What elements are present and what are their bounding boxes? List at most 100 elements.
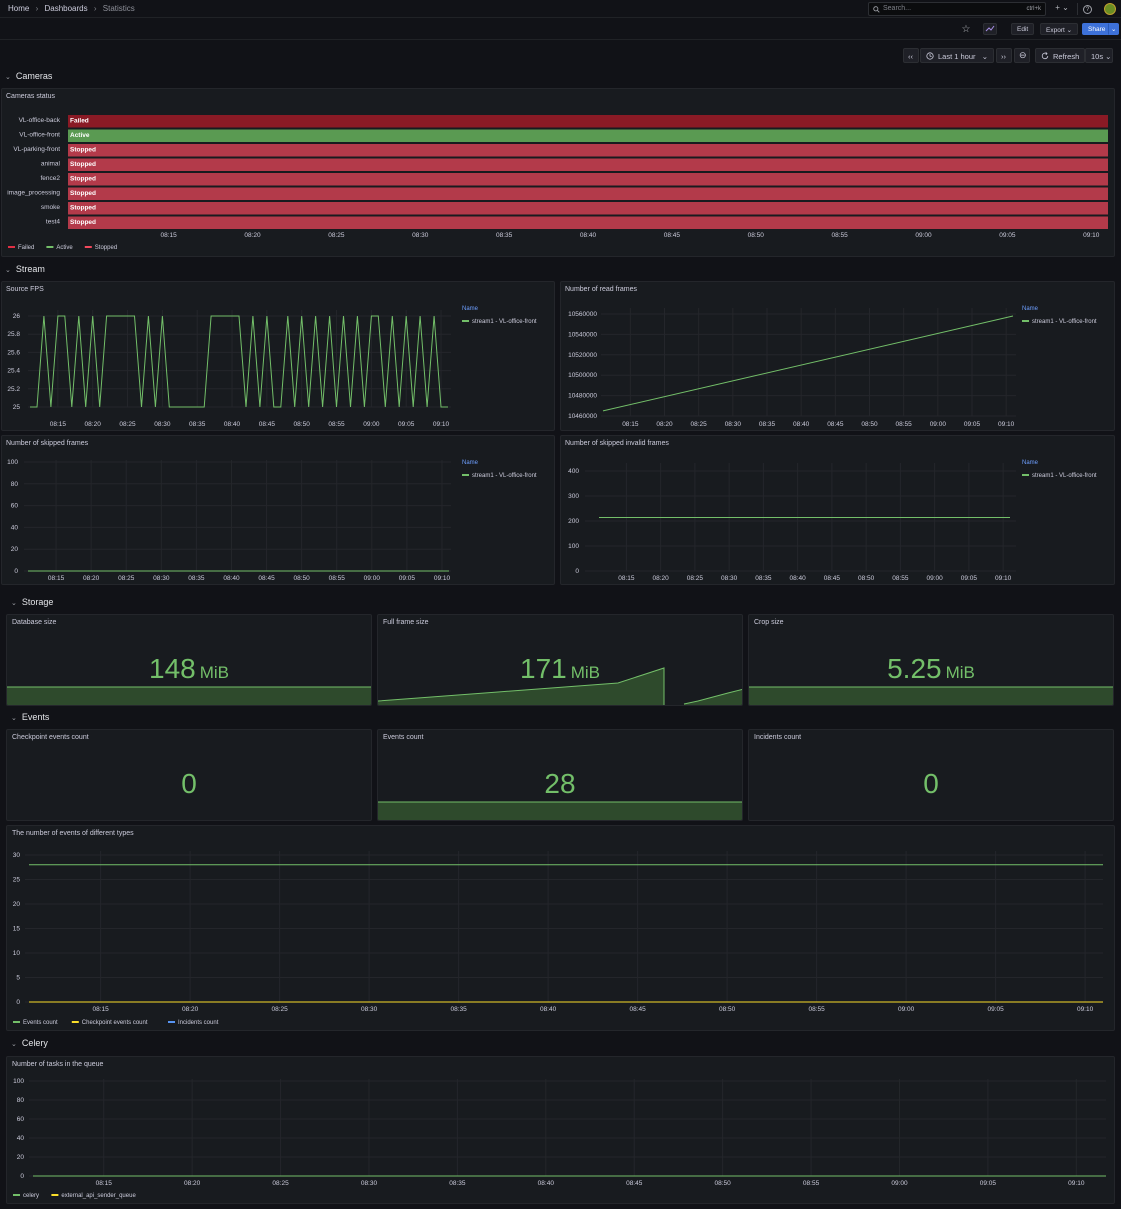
- star-icon[interactable]: ☆: [960, 24, 972, 36]
- y-tick-label: 400: [568, 468, 579, 475]
- y-tick-label: 100: [568, 543, 579, 550]
- section-storage[interactable]: ⌄ Storage: [11, 597, 53, 607]
- chevron-down-icon: ⌄: [11, 715, 17, 722]
- breadcrumb-dashboards[interactable]: Dashboards: [44, 4, 87, 13]
- x-tick-label: 08:20: [182, 1006, 199, 1013]
- x-tick-label: 08:35: [449, 1180, 466, 1187]
- zoom-out-button[interactable]: ⊖: [1014, 48, 1030, 63]
- x-tick-label: 09:00: [363, 421, 380, 428]
- panel-title: Incidents count: [754, 734, 802, 741]
- y-tick-label: 10480000: [568, 393, 597, 400]
- y-tick-label: 60: [11, 503, 19, 510]
- x-tick-label: 08:55: [803, 1180, 820, 1187]
- x-tick-label: 08:40: [224, 421, 241, 428]
- y-tick-label: 26: [13, 313, 21, 320]
- x-tick-label: 08:25: [272, 1180, 289, 1187]
- y-tick-label: 40: [11, 524, 19, 531]
- section-title: Storage: [21, 597, 54, 607]
- read-frames-panel[interactable]: Number of read frames 10560000 10540000 10…: [560, 281, 1115, 431]
- x-tick-label: 08:30: [412, 232, 429, 239]
- y-tick-label: 0: [14, 568, 18, 575]
- x-tick-label: 09:00: [930, 421, 947, 428]
- database-size-panel[interactable]: Database size 148 MiB: [6, 614, 372, 706]
- time-range-picker[interactable]: Last 1 hour ⌄: [920, 48, 994, 63]
- y-tick-label: 25: [13, 877, 21, 884]
- camera-name-label: image_processing: [7, 190, 60, 197]
- legend-label: Failed: [18, 245, 34, 251]
- dashboard-toolbar: ☆ Edit Export ⌄ Share ⌄: [0, 18, 1121, 40]
- camera-name-label: smoke: [41, 204, 61, 211]
- breadcrumb-separator: ›: [35, 4, 39, 13]
- x-tick-label: 09:05: [980, 1180, 997, 1187]
- camera-name-label: VL-office-back: [19, 117, 61, 124]
- add-new-button[interactable]: + ⌄: [1052, 3, 1072, 15]
- legend-header: Name: [462, 460, 479, 466]
- events-by-type-panel[interactable]: The number of events of different types …: [6, 825, 1115, 1031]
- share-menu-button[interactable]: ⌄: [1108, 23, 1119, 35]
- breadcrumb-home[interactable]: Home: [8, 4, 29, 13]
- cameras-status-panel[interactable]: Cameras status VL-office-back Failed VL-of…: [1, 88, 1115, 257]
- legend-label: Events count: [23, 1020, 58, 1026]
- stat-unit: MiB: [570, 663, 600, 682]
- section-celery[interactable]: ⌄ Celery: [11, 1038, 48, 1048]
- stat-value: 148 MiB: [7, 653, 371, 685]
- share-button[interactable]: Share: [1082, 23, 1112, 35]
- x-tick-label: 09:05: [961, 575, 978, 582]
- section-title: Events: [21, 712, 50, 722]
- search-input[interactable]: Search... ctrl+k: [868, 2, 1046, 16]
- section-title: Celery: [21, 1038, 48, 1048]
- legend-header: Name: [1022, 306, 1039, 312]
- insights-button[interactable]: [983, 23, 997, 35]
- legend-label: Stopped: [95, 245, 117, 251]
- x-tick-label: 09:05: [987, 1006, 1004, 1013]
- edit-button[interactable]: Edit: [1011, 23, 1035, 35]
- x-tick-label: 08:15: [618, 575, 635, 582]
- refresh-button[interactable]: Refresh: [1035, 48, 1085, 63]
- status-label: Stopped: [70, 176, 96, 183]
- status-bar: [68, 173, 1108, 186]
- x-tick-label: 08:55: [328, 421, 345, 428]
- x-tick-label: 08:20: [653, 575, 670, 582]
- full-frame-size-panel[interactable]: Full frame size 171 MiB: [377, 614, 743, 706]
- section-events[interactable]: ⌄ Events: [11, 712, 49, 722]
- skipped-frames-panel[interactable]: Number of skipped frames 100 80 60 40 20 0 08:…: [1, 435, 555, 585]
- x-tick-label: 08:40: [538, 1180, 555, 1187]
- x-tick-label: 08:30: [721, 575, 738, 582]
- x-tick-label: 08:30: [154, 421, 171, 428]
- time-shift-back-button[interactable]: ‹‹: [903, 48, 919, 63]
- time-range-label: Last 1 hour: [938, 52, 976, 61]
- x-tick-label: 09:05: [398, 421, 415, 428]
- x-tick-label: 09:05: [999, 232, 1016, 239]
- stat-number: 5.25: [887, 653, 942, 684]
- stat-value: 0: [181, 768, 197, 799]
- celery-queue-panel[interactable]: Number of tasks in the queue 100 80 60 40 20…: [6, 1056, 1115, 1204]
- section-cameras[interactable]: ⌄ Cameras: [5, 71, 52, 81]
- y-tick-label: 25: [13, 404, 21, 411]
- time-shift-forward-button[interactable]: ››: [996, 48, 1012, 63]
- skipped-invalid-frames-panel[interactable]: Number of skipped invalid frames 400 300 2…: [560, 435, 1115, 585]
- help-icon[interactable]: ?: [1083, 5, 1092, 14]
- incidents-count-panel[interactable]: Incidents count 0: [748, 729, 1114, 821]
- x-tick-label: 08:20: [85, 421, 102, 428]
- chevron-down-icon: ⌄: [11, 600, 17, 607]
- x-tick-label: 09:00: [927, 575, 944, 582]
- y-tick-label: 60: [17, 1116, 25, 1123]
- y-tick-label: 5: [16, 975, 20, 982]
- events-count-panel[interactable]: Events count 28: [377, 729, 743, 821]
- y-tick-label: 100: [13, 1078, 24, 1085]
- y-tick-label: 0: [575, 568, 579, 575]
- x-tick-label: 08:55: [896, 421, 913, 428]
- avatar[interactable]: [1104, 3, 1116, 15]
- stat-unit: MiB: [945, 663, 975, 682]
- export-button[interactable]: Export ⌄: [1040, 23, 1079, 35]
- checkpoint-events-count-panel[interactable]: Checkpoint events count 0: [6, 729, 372, 821]
- section-stream[interactable]: ⌄ Stream: [5, 264, 45, 274]
- stat-number: 148: [149, 653, 196, 684]
- x-tick-label: 08:40: [790, 575, 807, 582]
- crop-size-panel[interactable]: Crop size 5.25 MiB: [748, 614, 1114, 706]
- refresh-interval-picker[interactable]: 10s ⌄: [1085, 48, 1113, 63]
- source-fps-panel[interactable]: Source FPS 26 25.8 25.6 25.4 25.2 25 08:15 08:2…: [1, 281, 555, 431]
- legend-label: stream1 - VL-office-front: [1032, 319, 1097, 325]
- status-label: Stopped: [70, 190, 96, 197]
- x-tick-label: 08:45: [827, 421, 844, 428]
